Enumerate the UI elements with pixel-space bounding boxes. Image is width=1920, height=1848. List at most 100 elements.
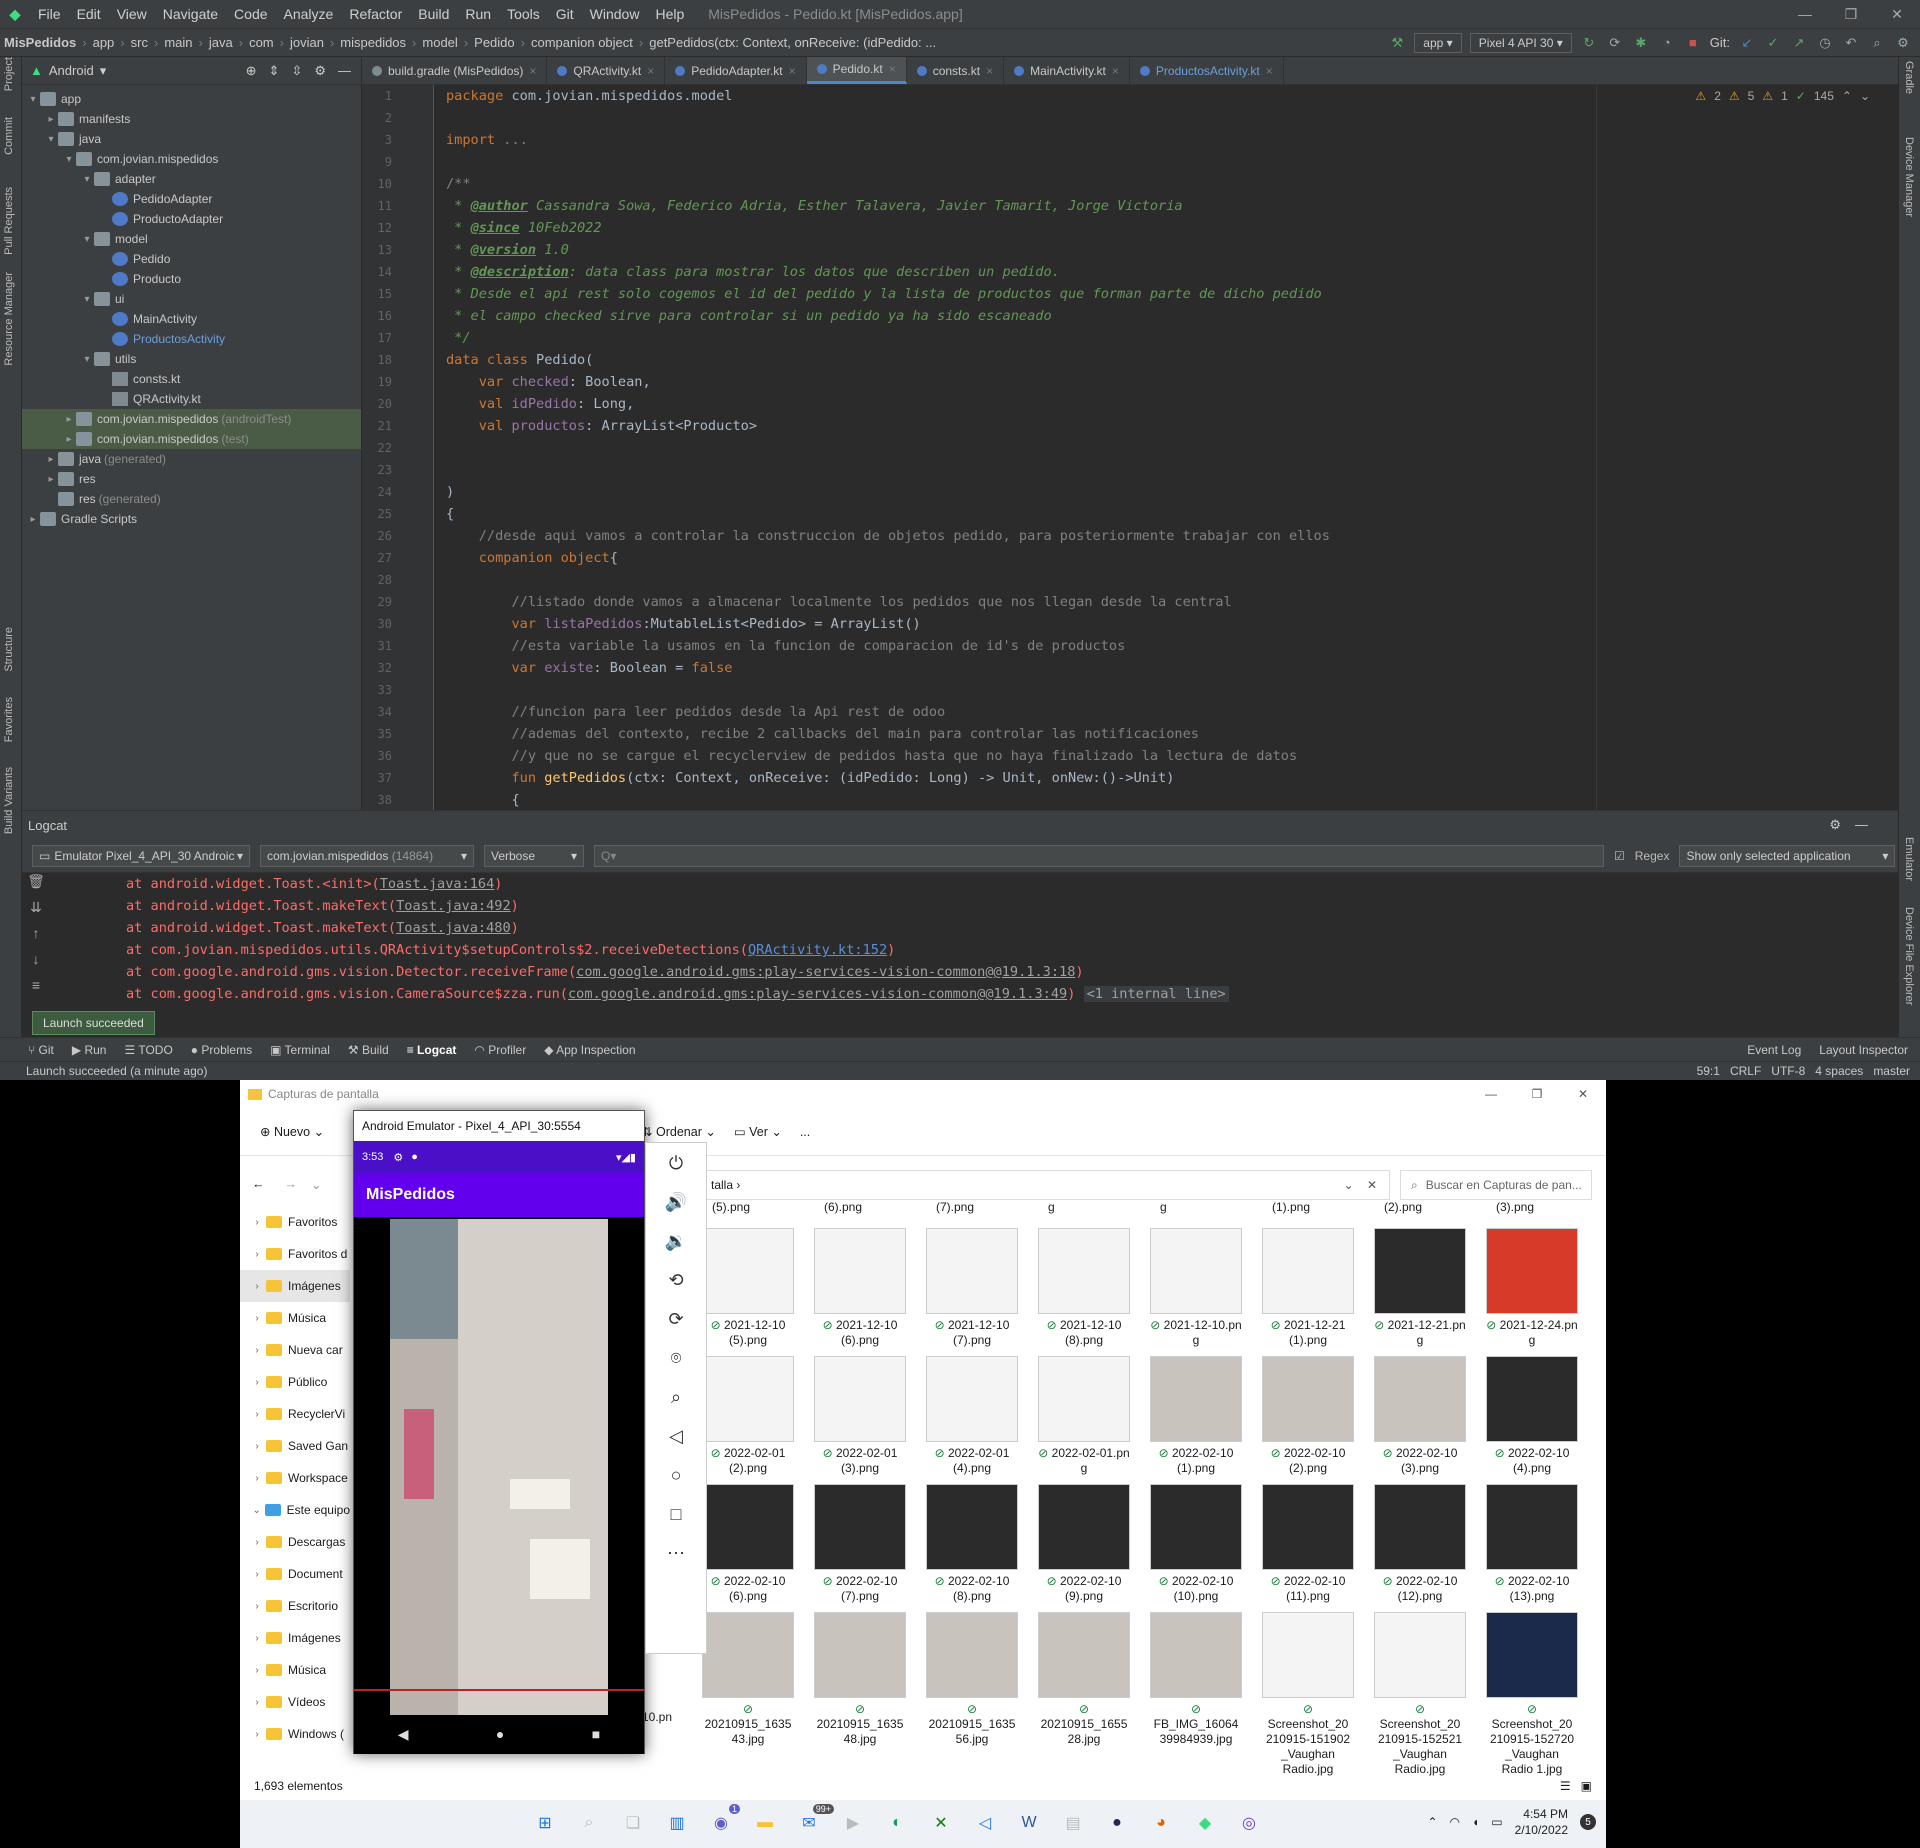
- tree-expander-icon[interactable]: ▸: [44, 114, 58, 125]
- nav-item[interactable]: › Imágenes: [240, 1270, 350, 1302]
- explorer-search-input[interactable]: ⌕ Buscar en Capturas de pan...: [1400, 1170, 1592, 1200]
- tree-node[interactable]: ▾ model: [22, 229, 361, 249]
- project-view-select[interactable]: Android: [49, 63, 94, 78]
- search-icon[interactable]: ⌕: [574, 1808, 604, 1838]
- right-tool-emulator[interactable]: Emulator: [1903, 837, 1915, 881]
- tree-node[interactable]: ▾ adapter: [22, 169, 361, 189]
- nav-item[interactable]: › Windows (: [240, 1718, 350, 1750]
- apply-changes-icon[interactable]: ⟳: [1606, 34, 1624, 52]
- recent-icon[interactable]: ⌄: [311, 1177, 321, 1192]
- teams-icon[interactable]: ◉ 1: [706, 1804, 740, 1838]
- tool-profiler[interactable]: ◠ Profiler: [474, 1043, 526, 1057]
- left-tool-pull-requests[interactable]: Pull Requests: [3, 187, 15, 255]
- close-tab-icon[interactable]: ×: [529, 64, 536, 78]
- rollback-icon[interactable]: ↶: [1842, 34, 1860, 52]
- left-tool-resource-manager[interactable]: Resource Manager: [3, 272, 15, 366]
- menu-item-file[interactable]: File: [30, 6, 69, 22]
- file-item[interactable]: ⊘ Screenshot_20 210915-152521 _Vaughan R…: [1374, 1612, 1466, 1777]
- debug-icon[interactable]: ✱: [1632, 34, 1650, 52]
- log-link[interactable]: com.google.android.gms:play-services-vis…: [576, 964, 1075, 980]
- left-tool-structure[interactable]: Structure: [3, 627, 15, 672]
- close-tab-icon[interactable]: ×: [1266, 64, 1273, 78]
- camera-icon[interactable]: ⌾: [671, 1348, 682, 1369]
- breadcrumb-item[interactable]: model: [418, 35, 461, 50]
- nav-item[interactable]: › Favoritos d: [240, 1238, 350, 1270]
- file-item[interactable]: ⊘ 20210915_1655 28.jpg: [1038, 1612, 1130, 1747]
- minimize-icon[interactable]: —: [1782, 6, 1828, 23]
- chevron-up-icon[interactable]: ⌃: [1427, 1815, 1437, 1829]
- tool-todo[interactable]: ☰ TODO: [124, 1043, 172, 1057]
- tool-layout-inspector[interactable]: Layout Inspector: [1819, 1043, 1908, 1057]
- nav-item[interactable]: › Música: [240, 1654, 350, 1686]
- tree-node[interactable]: QRActivity.kt: [22, 389, 361, 409]
- tree-expander-icon[interactable]: ▾: [80, 354, 94, 365]
- clock[interactable]: 4:54 PM 2/10/2022: [1515, 1806, 1568, 1838]
- menu-item-tools[interactable]: Tools: [499, 6, 548, 22]
- more-button[interactable]: ...: [800, 1125, 810, 1139]
- file-item[interactable]: ⊘ 2021-12-10 (5).png: [702, 1228, 794, 1348]
- code-editor[interactable]: 1 package com.jovian.mispedidos.model 2 3 im…: [362, 85, 1898, 810]
- nav-expander-icon[interactable]: ›: [248, 1601, 266, 1612]
- volume-down-icon[interactable]: 🔉: [665, 1231, 687, 1252]
- tree-node[interactable]: ▸ java (generated): [22, 449, 361, 469]
- tree-expander-icon[interactable]: ▾: [80, 174, 94, 185]
- logcat-search-input[interactable]: Q▾: [594, 844, 1604, 867]
- widgets-icon[interactable]: ▥: [662, 1808, 692, 1838]
- device-select[interactable]: Pixel 4 API 30 ▾: [1469, 32, 1572, 53]
- logcat-package-select[interactable]: com.jovian.mispedidos (14864) ▾: [260, 844, 474, 867]
- nav-expander-icon[interactable]: ›: [248, 1217, 266, 1228]
- mail-icon[interactable]: ✉ 99+: [794, 1804, 834, 1838]
- tree-node[interactable]: ▾ ui: [22, 289, 361, 309]
- tree-node[interactable]: ▾ utils: [22, 349, 361, 369]
- minimize-icon[interactable]: —: [1468, 1087, 1514, 1101]
- left-tool-favorites[interactable]: Favorites: [3, 697, 15, 742]
- tree-expander-icon[interactable]: ▸: [26, 514, 40, 525]
- file-item[interactable]: ⊘ 2021-12-21.pn g: [1374, 1228, 1466, 1348]
- phone-screen[interactable]: 3:53 ⚙ ● ▾◢▮ MisPedidos ◀ ● ■: [354, 1141, 644, 1754]
- tree-node[interactable]: ▸ com.jovian.mispedidos (test): [22, 429, 361, 449]
- history-icon[interactable]: ◷: [1816, 34, 1834, 52]
- log-link[interactable]: Toast.java:164: [380, 876, 495, 892]
- nav-expander-icon[interactable]: ⌄: [248, 1505, 265, 1516]
- file-item[interactable]: ⊘ 2021-12-21 (1).png: [1262, 1228, 1354, 1348]
- log-link[interactable]: com.google.android.gms:play-services-vis…: [568, 986, 1067, 1002]
- xbox-icon[interactable]: ✕: [926, 1808, 956, 1838]
- forward-icon[interactable]: →: [285, 1177, 298, 1191]
- file-item[interactable]: ⊘ Screenshot_20 210915-151902 _Vaughan R…: [1262, 1612, 1354, 1777]
- tree-node[interactable]: PedidoAdapter: [22, 189, 361, 209]
- file-item[interactable]: ⊘ 2022-02-10 (7).png: [814, 1484, 906, 1604]
- wifi-icon[interactable]: ◠: [1450, 1815, 1460, 1829]
- terminal-icon[interactable]: ▶: [838, 1808, 868, 1838]
- breadcrumb-item[interactable]: Pedido: [470, 35, 518, 50]
- zoom-icon[interactable]: ⌕: [671, 1387, 681, 1408]
- restore-icon[interactable]: ❐: [1828, 6, 1874, 23]
- menu-item-build[interactable]: Build: [410, 6, 457, 22]
- address-controls[interactable]: ⌄ ✕: [1344, 1178, 1389, 1192]
- breadcrumb-item[interactable]: mispedidos: [336, 35, 410, 50]
- log-link[interactable]: QRActivity.kt:152: [748, 942, 887, 958]
- file-item[interactable]: ⊘ 2021-12-10 (6).png: [814, 1228, 906, 1348]
- right-tool-device-manager[interactable]: Device Manager: [1903, 137, 1915, 217]
- menu-item-analyze[interactable]: Analyze: [276, 6, 342, 22]
- editor-tab[interactable]: Pedido.kt ×: [806, 57, 907, 84]
- locate-icon[interactable]: ⊕: [246, 63, 257, 79]
- menu-item-window[interactable]: Window: [582, 6, 648, 22]
- overview-icon[interactable]: □: [671, 1504, 682, 1525]
- log-link[interactable]: <1 internal line>: [1083, 986, 1229, 1002]
- nav-item[interactable]: › Workspace: [240, 1462, 350, 1494]
- tree-node[interactable]: MainActivity: [22, 309, 361, 329]
- nav-expander-icon[interactable]: ›: [248, 1345, 266, 1356]
- tree-node[interactable]: ▸ Gradle Scripts: [22, 509, 361, 529]
- breadcrumb-item[interactable]: main: [160, 35, 196, 50]
- tree-expander-icon[interactable]: ▸: [44, 474, 58, 485]
- nav-expander-icon[interactable]: ›: [248, 1313, 266, 1324]
- breadcrumb-item[interactable]: jovian: [286, 35, 328, 50]
- tree-node[interactable]: Producto: [22, 269, 361, 289]
- menu-item-refactor[interactable]: Refactor: [341, 6, 410, 22]
- nav-item[interactable]: › Saved Gan: [240, 1430, 350, 1462]
- file-item[interactable]: ⊘ 2022-02-01 (4).png: [926, 1356, 1018, 1476]
- menu-item-code[interactable]: Code: [226, 6, 275, 22]
- right-tool-gradle[interactable]: Gradle: [1903, 61, 1915, 94]
- profile-icon[interactable]: ◔: [1658, 34, 1676, 52]
- volume-icon[interactable]: ◖: [1472, 1815, 1479, 1829]
